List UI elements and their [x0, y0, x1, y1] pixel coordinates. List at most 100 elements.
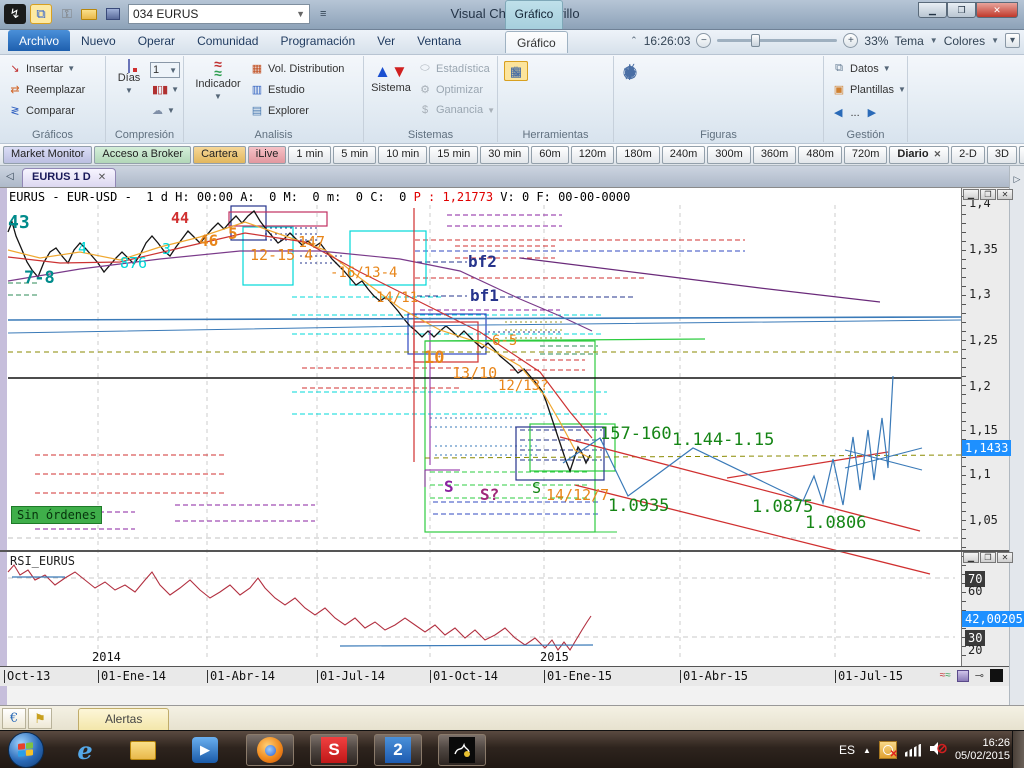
timeframe-Diario[interactable]: Diario✕ — [889, 146, 949, 164]
start-button[interactable] — [8, 732, 44, 768]
close-tab-icon[interactable]: ✕ — [98, 172, 106, 183]
app-icon[interactable]: ↯ — [4, 4, 26, 24]
timeframe-240m[interactable]: 240m — [662, 146, 706, 164]
doc-tab-eurus[interactable]: EURUS 1 D✕ — [22, 168, 116, 187]
timeframe-1min[interactable]: 1 min — [288, 146, 331, 164]
restore-button[interactable]: ❐ — [947, 2, 976, 18]
menu-tab-comunidad[interactable]: Comunidad — [186, 30, 269, 51]
help-button[interactable]: ▾ — [1005, 33, 1020, 48]
prev-template-button[interactable]: ◀ — [834, 106, 842, 119]
tray-clock[interactable]: 16:2605/02/2015 — [955, 737, 1010, 763]
open-folder-icon[interactable] — [78, 4, 100, 24]
timeframe-180m[interactable]: 180m — [616, 146, 660, 164]
more-templates[interactable]: ... — [850, 107, 859, 119]
close-button[interactable]: ✕ — [976, 2, 1018, 18]
save-icon[interactable] — [102, 4, 124, 24]
launch-acceso-a-broker[interactable]: Acceso a Broker — [94, 146, 191, 164]
timeframe-15min[interactable]: 15 min — [429, 146, 478, 164]
estudio-button[interactable]: ▥Estudio — [250, 83, 305, 96]
chart-scroll-area[interactable] — [7, 686, 1009, 705]
menu-tab-ver[interactable]: Ver — [366, 30, 406, 51]
tab-grafico[interactable]: Gráfico — [505, 31, 568, 53]
plantillas-button[interactable]: ▣Plantillas▼ — [832, 83, 906, 96]
timeframe-10min[interactable]: 10 min — [378, 146, 427, 164]
taskbar-ie-icon[interactable]: e — [70, 736, 100, 764]
menu-tab-archivo[interactable]: Archivo — [8, 30, 70, 51]
panel-close-icon[interactable]: ✕ — [997, 552, 1013, 563]
show-desktop-button[interactable] — [1012, 731, 1024, 768]
timeframe-3D[interactable]: 3D — [987, 146, 1017, 164]
menu-tab-operar[interactable]: Operar — [127, 30, 186, 51]
optimizar-button[interactable]: ⚙Optimizar — [418, 83, 483, 96]
menu-tab-ventana[interactable]: Ventana — [406, 30, 472, 51]
sistema-button[interactable]: ▲▼ Sistema — [366, 62, 416, 94]
collapse-ribbon-icon[interactable]: ⌃ — [630, 35, 638, 46]
save-template-icon[interactable] — [957, 670, 969, 682]
compression-count-combo[interactable]: 1▼ — [150, 62, 180, 78]
symbol-combo[interactable]: 034 EURUS ▼ — [128, 4, 310, 24]
timeframe-2-D[interactable]: 2-D — [951, 146, 985, 164]
ganancia-button[interactable]: $Ganancia▼ — [418, 104, 495, 116]
panel-close-icon[interactable]: ✕ — [997, 189, 1013, 200]
herr-tool-11[interactable]: ⇓ — [504, 61, 528, 81]
zoom-out-button[interactable]: − — [696, 33, 711, 48]
dias-button[interactable]: Días▼ — [110, 60, 148, 96]
colores-dropdown[interactable]: Colores — [944, 34, 985, 48]
alerts-flag-icon[interactable]: ⚑ — [28, 708, 52, 729]
tray-expand-icon[interactable]: ▲ — [863, 746, 871, 755]
timeframe-720m[interactable]: 720m — [844, 146, 888, 164]
taskbar-visualchart-icon[interactable]: 2 — [374, 734, 422, 766]
zoom-in-button[interactable]: + — [843, 33, 858, 48]
timeframe-360m[interactable]: 360m — [753, 146, 797, 164]
explorer-button[interactable]: ▤Explorer — [250, 104, 309, 117]
menu-tab-programación[interactable]: Programación — [269, 30, 366, 51]
panel-minimize-icon[interactable]: ▁ — [963, 189, 979, 200]
taskbar-app-icon[interactable] — [438, 734, 486, 766]
time-axis[interactable]: ≈≈ ⊸ Oct-1301-Ene-1401-Abr-1401-Jul-1401… — [0, 666, 1009, 686]
launch-ilive[interactable]: iLive — [248, 146, 287, 164]
euro-panel-icon[interactable]: € — [2, 708, 26, 729]
launch-cartera[interactable]: Cartera — [193, 146, 246, 164]
chart-workspace[interactable] — [0, 187, 1024, 705]
panel-splitter[interactable] — [0, 550, 1009, 552]
timeframe-5min[interactable]: 5 min — [333, 146, 376, 164]
tab-alertas[interactable]: Alertas — [78, 708, 169, 731]
estadistica-button[interactable]: ⬭Estadística — [418, 62, 490, 75]
panel-restore-icon[interactable]: ❐ — [980, 189, 996, 200]
timeframe-480m[interactable]: 480m — [798, 146, 842, 164]
zoom-slider[interactable] — [717, 39, 837, 42]
comparar-button[interactable]: ≷Comparar — [8, 104, 75, 117]
panel-minimize-icon[interactable]: ▁ — [963, 552, 979, 563]
chevron-down-icon[interactable]: ▼ — [930, 36, 938, 45]
timeframe-4D[interactable]: 4D — [1019, 146, 1024, 164]
network-tool-icon[interactable]: ⧉ — [30, 4, 52, 24]
pin-icon[interactable]: ⊸ — [975, 669, 984, 682]
taskbar-firefox-icon[interactable] — [246, 734, 294, 766]
fig-tool-23[interactable]: ≫ — [618, 61, 642, 81]
taskbar-wmp-icon[interactable]: ▶ — [190, 736, 220, 764]
timeframe-30min[interactable]: 30 min — [480, 146, 529, 164]
tema-dropdown[interactable]: Tema — [894, 34, 923, 48]
next-template-button[interactable]: ▶ — [868, 106, 876, 119]
indicador-button[interactable]: ≈≈ Indicador▼ — [190, 60, 246, 102]
timeframe-60m[interactable]: 60m — [531, 146, 568, 164]
minimize-button[interactable]: ▁ — [918, 2, 947, 18]
tab-scroll-left-icon[interactable]: ◁ — [6, 171, 14, 182]
close-timeframe-icon[interactable]: ✕ — [934, 149, 942, 159]
taskbar-explorer-icon[interactable] — [128, 736, 158, 764]
network-error-icon[interactable]: ✕ — [879, 741, 897, 759]
chevron-down-icon[interactable]: ▼ — [991, 36, 999, 45]
taskbar-s-app-icon[interactable]: S — [310, 734, 358, 766]
panel-restore-icon[interactable]: ❐ — [980, 552, 996, 563]
speaker-muted-icon[interactable] — [929, 741, 947, 759]
key-icon[interactable]: ⚿ — [56, 4, 78, 24]
launch-market-monitor[interactable]: Market Monitor — [3, 146, 92, 164]
language-indicator[interactable]: ES — [839, 743, 855, 757]
vol-distribution-button[interactable]: ▦Vol. Distribution — [250, 62, 344, 75]
reemplazar-button[interactable]: ⇄Reemplazar — [8, 83, 85, 96]
quickaccess-chevron-icon[interactable]: ≡ — [320, 8, 326, 20]
chevron-down-icon[interactable]: ▼ — [296, 9, 305, 19]
zoom-slider-thumb[interactable] — [751, 34, 760, 47]
menu-tab-nuevo[interactable]: Nuevo — [70, 30, 127, 51]
timeframe-120m[interactable]: 120m — [571, 146, 615, 164]
